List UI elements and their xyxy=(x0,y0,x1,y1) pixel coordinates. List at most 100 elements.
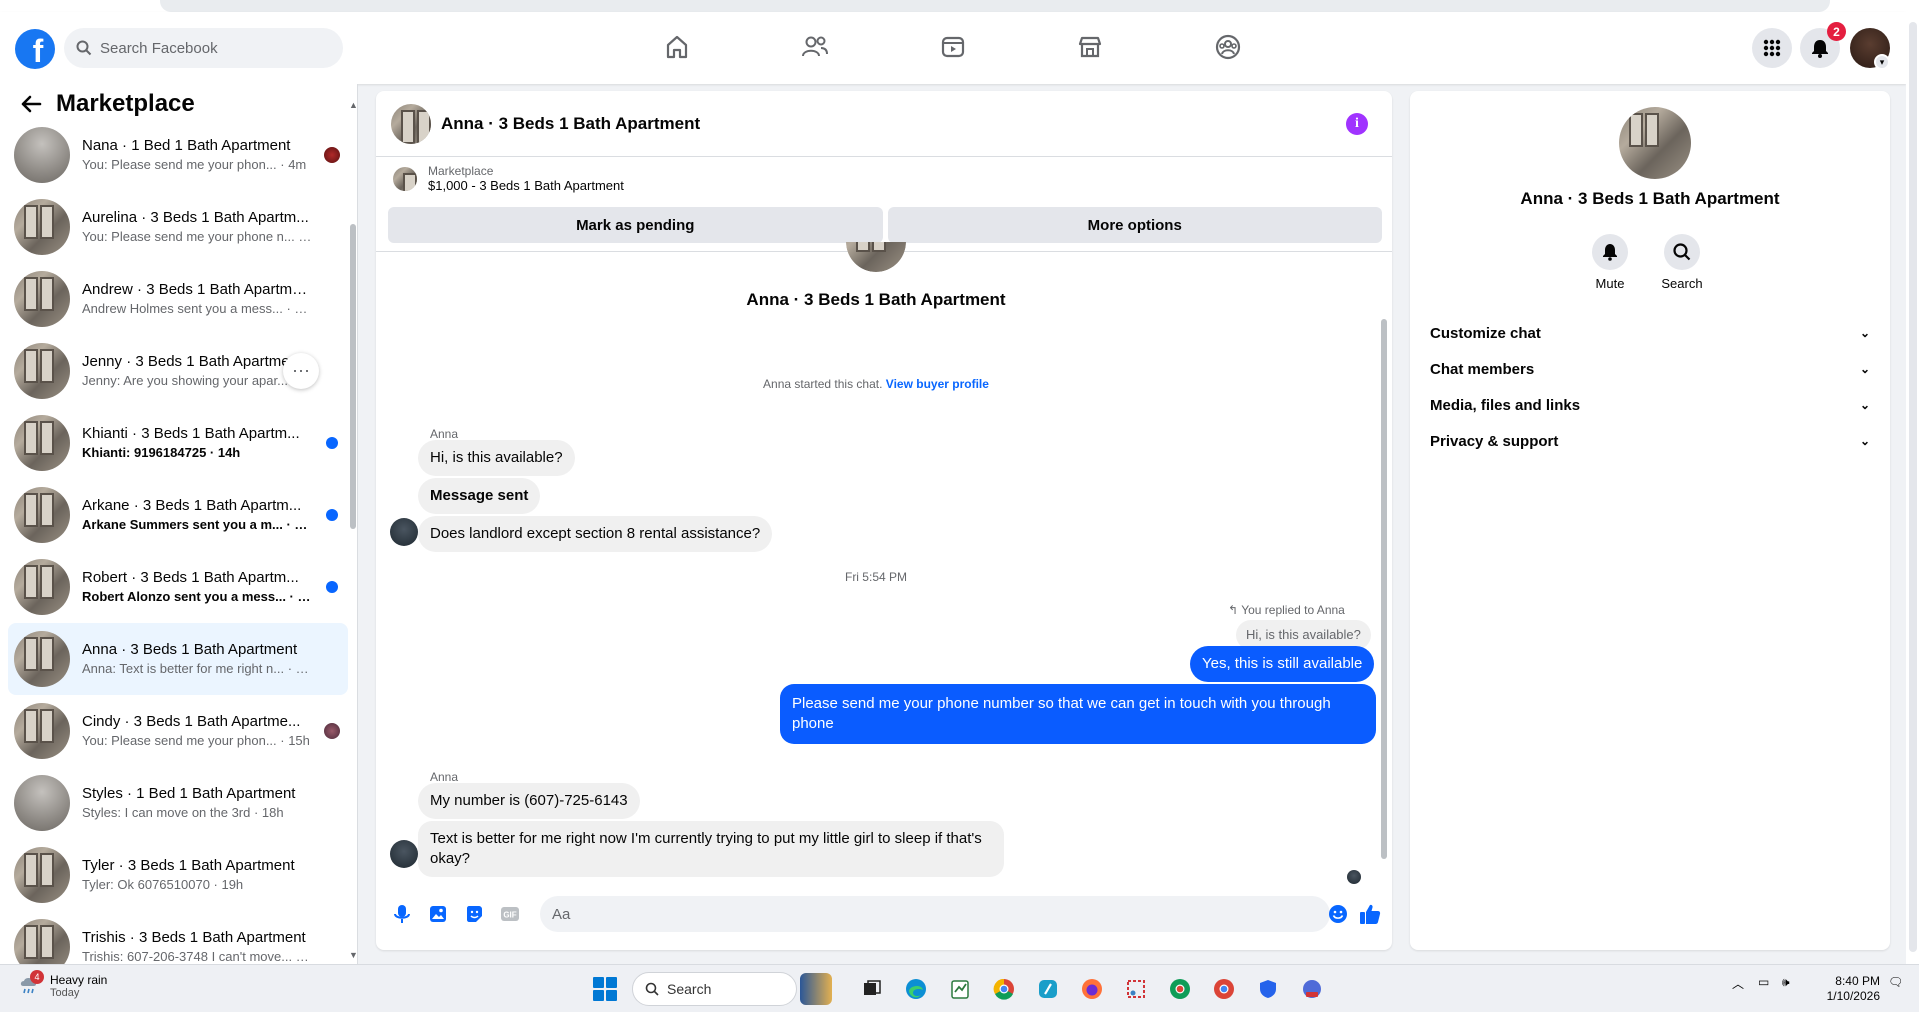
sidebar-title: Marketplace xyxy=(56,90,195,117)
conversation-thumbnail xyxy=(14,775,70,831)
back-arrow-icon[interactable] xyxy=(20,94,42,114)
conversation-item[interactable]: Robert · 3 Beds 1 Bath Apartm... Robert A… xyxy=(8,551,348,623)
thumbs-up-icon[interactable] xyxy=(1352,896,1388,932)
sticker-icon[interactable] xyxy=(456,896,492,932)
app-icon[interactable] xyxy=(1296,973,1328,1005)
conversation-thumbnail xyxy=(14,487,70,543)
notepad-icon[interactable] xyxy=(944,973,976,1005)
conversation-thumbnail xyxy=(14,703,70,759)
gif-icon[interactable]: GIF xyxy=(492,896,528,932)
conversation-snippet: Robert Alonzo sent you a mess... · 15h xyxy=(82,589,312,604)
mark-pending-button[interactable]: Mark as pending xyxy=(388,207,883,243)
outgoing-message[interactable]: Yes, this is still available xyxy=(1190,646,1375,682)
conversation-item[interactable]: Aurelina · 3 Beds 1 Bath Apartm... You: P… xyxy=(8,191,348,263)
notification-center-icon[interactable]: 🗨 xyxy=(1888,975,1903,989)
message-bubble[interactable]: Text is better for me right now I'm curr… xyxy=(418,821,1004,877)
scrollbar-thumb[interactable] xyxy=(1909,22,1917,952)
facebook-logo[interactable]: f xyxy=(15,29,55,69)
weather-badge: 4 xyxy=(30,970,44,984)
taskbar-search-label: Search xyxy=(667,981,712,997)
emoji-icon[interactable] xyxy=(1320,896,1356,932)
video-icon[interactable] xyxy=(936,30,970,64)
conversation-thumbnail xyxy=(14,631,70,687)
message-bubble[interactable]: Does landlord except section 8 rental as… xyxy=(418,516,773,552)
scroll-up-arrow[interactable]: ▲ xyxy=(349,100,358,110)
menu-grid-button[interactable] xyxy=(1752,28,1792,68)
conversation-item[interactable]: Nana · 1 Bed 1 Bath Apartment You: Please… xyxy=(8,119,348,191)
message-bubble[interactable]: My number is (607)-725-6143 xyxy=(418,783,640,819)
page-scrollbar[interactable] xyxy=(1906,12,1919,964)
app-icon[interactable] xyxy=(1032,973,1064,1005)
outgoing-message[interactable]: Please send me your phone number so that… xyxy=(780,684,1376,744)
microphone-icon[interactable] xyxy=(384,896,420,932)
taskbar-search[interactable]: Search xyxy=(632,972,797,1006)
chevron-up-icon[interactable]: ︿ xyxy=(1732,975,1744,992)
sender-avatar[interactable] xyxy=(390,840,418,868)
chat-avatar[interactable] xyxy=(391,103,431,144)
sender-avatar[interactable] xyxy=(390,518,418,546)
chrome-icon[interactable] xyxy=(988,973,1020,1005)
listing-info[interactable]: Marketplace $1,000 - 3 Beds 1 Bath Apart… xyxy=(387,164,624,193)
search-input[interactable] xyxy=(100,39,320,57)
conversation-item[interactable]: Khianti · 3 Beds 1 Bath Apartm... Khianti… xyxy=(8,407,348,479)
shield-icon[interactable] xyxy=(1252,973,1284,1005)
info-icon[interactable]: i xyxy=(1346,113,1368,135)
scroll-down-arrow[interactable]: ▼ xyxy=(349,950,358,960)
chat-title[interactable]: Anna · 3 Beds 1 Bath Apartment xyxy=(441,114,700,134)
conversation-item[interactable]: Cindy · 3 Beds 1 Bath Apartme... You: Ple… xyxy=(8,695,348,767)
message-input[interactable] xyxy=(540,896,1330,932)
system-clock[interactable]: 8:40 PM 1/10/2026 xyxy=(1820,974,1880,1004)
bell-icon xyxy=(1603,244,1617,261)
details-avatar[interactable] xyxy=(1619,107,1691,179)
conversation-item[interactable]: Anna · 3 Beds 1 Bath Apartment Anna: Text… xyxy=(8,623,348,695)
conversation-item[interactable]: Arkane · 3 Beds 1 Bath Apartm... Arkane S… xyxy=(8,479,348,551)
firefox-icon[interactable] xyxy=(1076,973,1108,1005)
conversation-item[interactable]: Andrew · 3 Beds 1 Bath Apartment Andrew H… xyxy=(8,263,348,335)
photo-icon[interactable] xyxy=(420,896,456,932)
groups-icon[interactable] xyxy=(1211,30,1245,64)
sender-name: Anna xyxy=(430,427,459,441)
weather-widget[interactable]: 4 Heavy rain Today xyxy=(18,970,107,999)
friends-icon[interactable] xyxy=(798,30,832,64)
privacy-support-section[interactable]: Privacy & support ⌄ xyxy=(1424,419,1876,463)
conversation-item[interactable]: Styles · 1 Bed 1 Bath Apartment Styles: I… xyxy=(8,767,348,839)
more-options-icon[interactable]: ⋯ xyxy=(283,353,319,389)
conversation-item[interactable]: Jenny · 3 Beds 1 Bath Apartment Jenny: Ar… xyxy=(8,335,348,407)
marketplace-icon[interactable] xyxy=(1073,30,1107,64)
chrome-profile-icon[interactable] xyxy=(1164,973,1196,1005)
rain-icon: 4 xyxy=(18,970,44,998)
conversation-title: Tyler · 3 Beds 1 Bath Apartment xyxy=(82,857,295,874)
address-bar[interactable] xyxy=(160,0,1830,12)
conversation-title: Aurelina · 3 Beds 1 Bath Apartm... xyxy=(82,209,309,226)
snipping-tool-icon[interactable] xyxy=(1120,973,1152,1005)
message-bubble[interactable]: Message sent xyxy=(418,478,541,514)
notifications-button[interactable]: 2 xyxy=(1800,22,1846,68)
clock-time: 8:40 PM xyxy=(1835,974,1880,988)
volume-icon[interactable]: 🕪 xyxy=(1782,975,1790,990)
message-bubble[interactable]: Hi, is this available? xyxy=(418,440,575,476)
conversation-item[interactable]: Tyler · 3 Beds 1 Bath Apartment Tyler: Ok… xyxy=(8,839,348,911)
mute-button[interactable]: Mute xyxy=(1580,234,1640,291)
weather-subtext: Today xyxy=(50,987,80,999)
network-icon[interactable]: ▭ xyxy=(1758,975,1769,989)
conversation-snippet: You: Please send me your phon... · 15h xyxy=(82,733,310,748)
widgets-app-icon[interactable] xyxy=(800,973,832,1005)
search-in-chat-button[interactable]: Search xyxy=(1652,234,1712,291)
scrollbar-thumb[interactable] xyxy=(350,224,356,529)
view-buyer-profile-link[interactable]: View buyer profile xyxy=(886,377,989,391)
edge-browser-icon[interactable] xyxy=(900,973,932,1005)
scrollbar-thumb[interactable] xyxy=(1381,319,1387,859)
windows-start-icon[interactable] xyxy=(593,977,617,1001)
conversation-snippet: Arkane Summers sent you a m... · 15h xyxy=(82,517,312,532)
conversation-snippet: You: Please send me your phone n... · 5m xyxy=(82,229,312,244)
home-icon[interactable] xyxy=(660,30,694,64)
chat-scrollbar[interactable] xyxy=(1380,259,1388,879)
chevron-down-icon[interactable]: ▾ xyxy=(1874,54,1890,70)
more-options-button[interactable]: More options xyxy=(887,207,1382,243)
search-box[interactable] xyxy=(64,28,343,68)
seen-receipt-avatar xyxy=(324,723,340,739)
chrome-profile-icon[interactable] xyxy=(1208,973,1240,1005)
sidebar-scrollbar[interactable]: ▲ ▼ xyxy=(349,100,358,960)
task-view-icon[interactable] xyxy=(856,973,888,1005)
notification-badge: 2 xyxy=(1827,22,1846,41)
